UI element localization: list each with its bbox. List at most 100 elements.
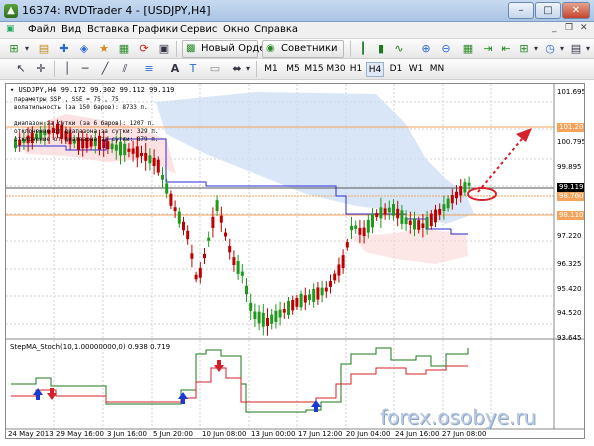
text-label-icon[interactable]: T (186, 61, 200, 77)
price-tag-support: 98.760 (557, 192, 584, 201)
autoscroll-icon[interactable]: ⇥ (480, 41, 496, 57)
candle-body (270, 314, 274, 324)
candle-body (417, 220, 421, 230)
candle-body (123, 143, 127, 156)
candle-body (161, 174, 164, 180)
timeframe-m30[interactable]: M30 (326, 62, 346, 77)
timeframe-m15[interactable]: M15 (304, 62, 324, 77)
candle-body (404, 217, 408, 225)
app-icon: ▲ (4, 4, 18, 18)
mdi-minimize-button[interactable]: _ (552, 23, 557, 33)
menu-insert[interactable]: Вставка (87, 24, 129, 35)
candle-body (408, 220, 412, 225)
profiles-icon[interactable]: ▤ (36, 41, 52, 57)
menu-view[interactable]: Вид (61, 24, 81, 35)
price-label: 101.695 (557, 88, 585, 96)
timeframe-mn[interactable]: MN (428, 62, 446, 77)
maximize-button[interactable]: □ (535, 2, 561, 19)
candle-body (299, 293, 303, 308)
tile-windows-icon[interactable]: ▦ (460, 41, 476, 57)
timeframe-d1[interactable]: D1 (388, 62, 404, 77)
candle-body (375, 213, 379, 218)
arrows-dropdown-icon[interactable]: ▾ (244, 61, 252, 77)
new-chart-dropdown-icon[interactable]: ▾ (22, 41, 32, 57)
timeframe-m5[interactable]: M5 (284, 62, 302, 77)
timeframe-m1[interactable]: M1 (262, 62, 280, 77)
timeframe-w1[interactable]: W1 (408, 62, 424, 77)
candle-body (190, 253, 194, 259)
overlay-line-params: параметры SSP , SSE = 75 , 75 (14, 96, 119, 103)
candle-body (450, 195, 454, 204)
crosshair-icon[interactable]: ✛ (34, 61, 48, 77)
candlestick-icon[interactable]: ▮ (374, 41, 388, 57)
menu-tools[interactable]: Сервис (180, 24, 217, 35)
candle-body (152, 157, 156, 167)
candle-body (215, 200, 219, 212)
zoom-in-icon[interactable]: ⊕ (418, 41, 434, 57)
arrows-icon[interactable]: ⬌ (230, 61, 244, 77)
menu-file[interactable]: Файл (28, 24, 56, 35)
toolbar-separator (256, 61, 257, 77)
indicator-buy-signals (33, 388, 321, 412)
terminal-icon[interactable]: ▦ (116, 41, 132, 57)
candle-body (396, 208, 400, 219)
new-order-icon: ▩ (186, 43, 196, 54)
text-icon[interactable]: A (168, 61, 182, 77)
menu-window[interactable]: Окно (223, 24, 250, 35)
candle-body (333, 273, 337, 281)
timeframe-h4[interactable]: H4 (366, 62, 384, 77)
candle-body (240, 271, 244, 276)
new-chart-icon[interactable]: ⊞ (6, 41, 22, 57)
chart-shift-icon[interactable]: ⇤ (498, 41, 514, 57)
menu-help[interactable]: Справка (254, 24, 298, 35)
candle-body (156, 159, 160, 173)
candle-body (362, 227, 366, 237)
time-label: 29 May 16:00 (56, 430, 105, 438)
fibonacci-icon[interactable]: ≡ (142, 61, 156, 77)
bar-chart-icon[interactable]: ┃ (356, 41, 370, 57)
expert-advisors-button[interactable]: ◉ Советники (262, 40, 344, 58)
mdi-restore-button[interactable]: ❐ (565, 23, 573, 33)
periods-dropdown-icon[interactable]: ▾ (558, 41, 566, 57)
close-button[interactable]: ✕ (562, 2, 590, 19)
chart-symbol-header: USDJPY,H4 99.172 99.302 99.112 99.119 (18, 86, 175, 94)
horizontal-line-icon[interactable]: ─ (78, 61, 92, 77)
menu-charts[interactable]: Графики (132, 24, 178, 35)
price-label: 100.795 (557, 138, 585, 146)
indicators-icon[interactable]: ⊞ (516, 41, 532, 57)
cursor-icon[interactable]: ↖ (14, 61, 28, 77)
line-chart-icon[interactable]: ∿ (392, 41, 406, 57)
navigator-icon[interactable]: ★ (96, 41, 112, 57)
tester-icon[interactable]: ⟳ (136, 41, 152, 57)
market-watch-icon[interactable]: ✚ (56, 41, 72, 57)
options-icon[interactable]: ▣ (156, 41, 172, 57)
mdi-close-button[interactable]: ✕ (580, 23, 588, 33)
chart-window[interactable]: ▾ USDJPY,H4 99.172 99.302 99.112 99.119 … (5, 83, 585, 439)
new-order-button[interactable]: ▩ Новый Ордер (182, 40, 272, 58)
rectangle-icon[interactable]: ▭ (206, 61, 224, 77)
candle-body (211, 216, 215, 228)
candle-body (337, 264, 341, 276)
data-window-icon[interactable]: ◈ (76, 41, 92, 57)
candle-body (429, 213, 433, 227)
overlay-line-range: диапазон за сутки (за 6 баров): 1207 п. (14, 120, 155, 127)
zoom-out-icon[interactable]: ⊖ (438, 41, 454, 57)
highlight-ellipse (467, 187, 497, 201)
templates-icon[interactable]: ▤ (568, 41, 584, 57)
indicator-red-line (11, 365, 468, 403)
watermark-text: forex.osobye.ru (380, 405, 537, 429)
trendline-icon[interactable]: ╱ (98, 61, 112, 77)
minimize-button[interactable]: – (508, 2, 534, 19)
drawing-toolbar: ↖ ✛ │ ─ ╱ ⫽ ≡ A T ▭ ⬌ ▾ M1 M5 M15 M30 H1… (0, 59, 594, 80)
channel-icon[interactable]: ⫽ (118, 61, 132, 77)
vertical-line-icon[interactable]: │ (60, 61, 74, 77)
window-titlebar: ▲ 16374: RVDTrader 4 - [USDJPY,H4] – □ ✕ (0, 0, 594, 22)
periods-icon[interactable]: ◷ (542, 41, 558, 57)
candle-body (438, 208, 442, 215)
chart-menu-icon[interactable]: ▣ (6, 24, 15, 34)
candle-body (291, 299, 295, 311)
templates-dropdown-icon[interactable]: ▾ (584, 41, 592, 57)
indicators-dropdown-icon[interactable]: ▾ (532, 41, 540, 57)
timeframe-h1[interactable]: H1 (348, 62, 364, 77)
candle-body (182, 221, 185, 231)
